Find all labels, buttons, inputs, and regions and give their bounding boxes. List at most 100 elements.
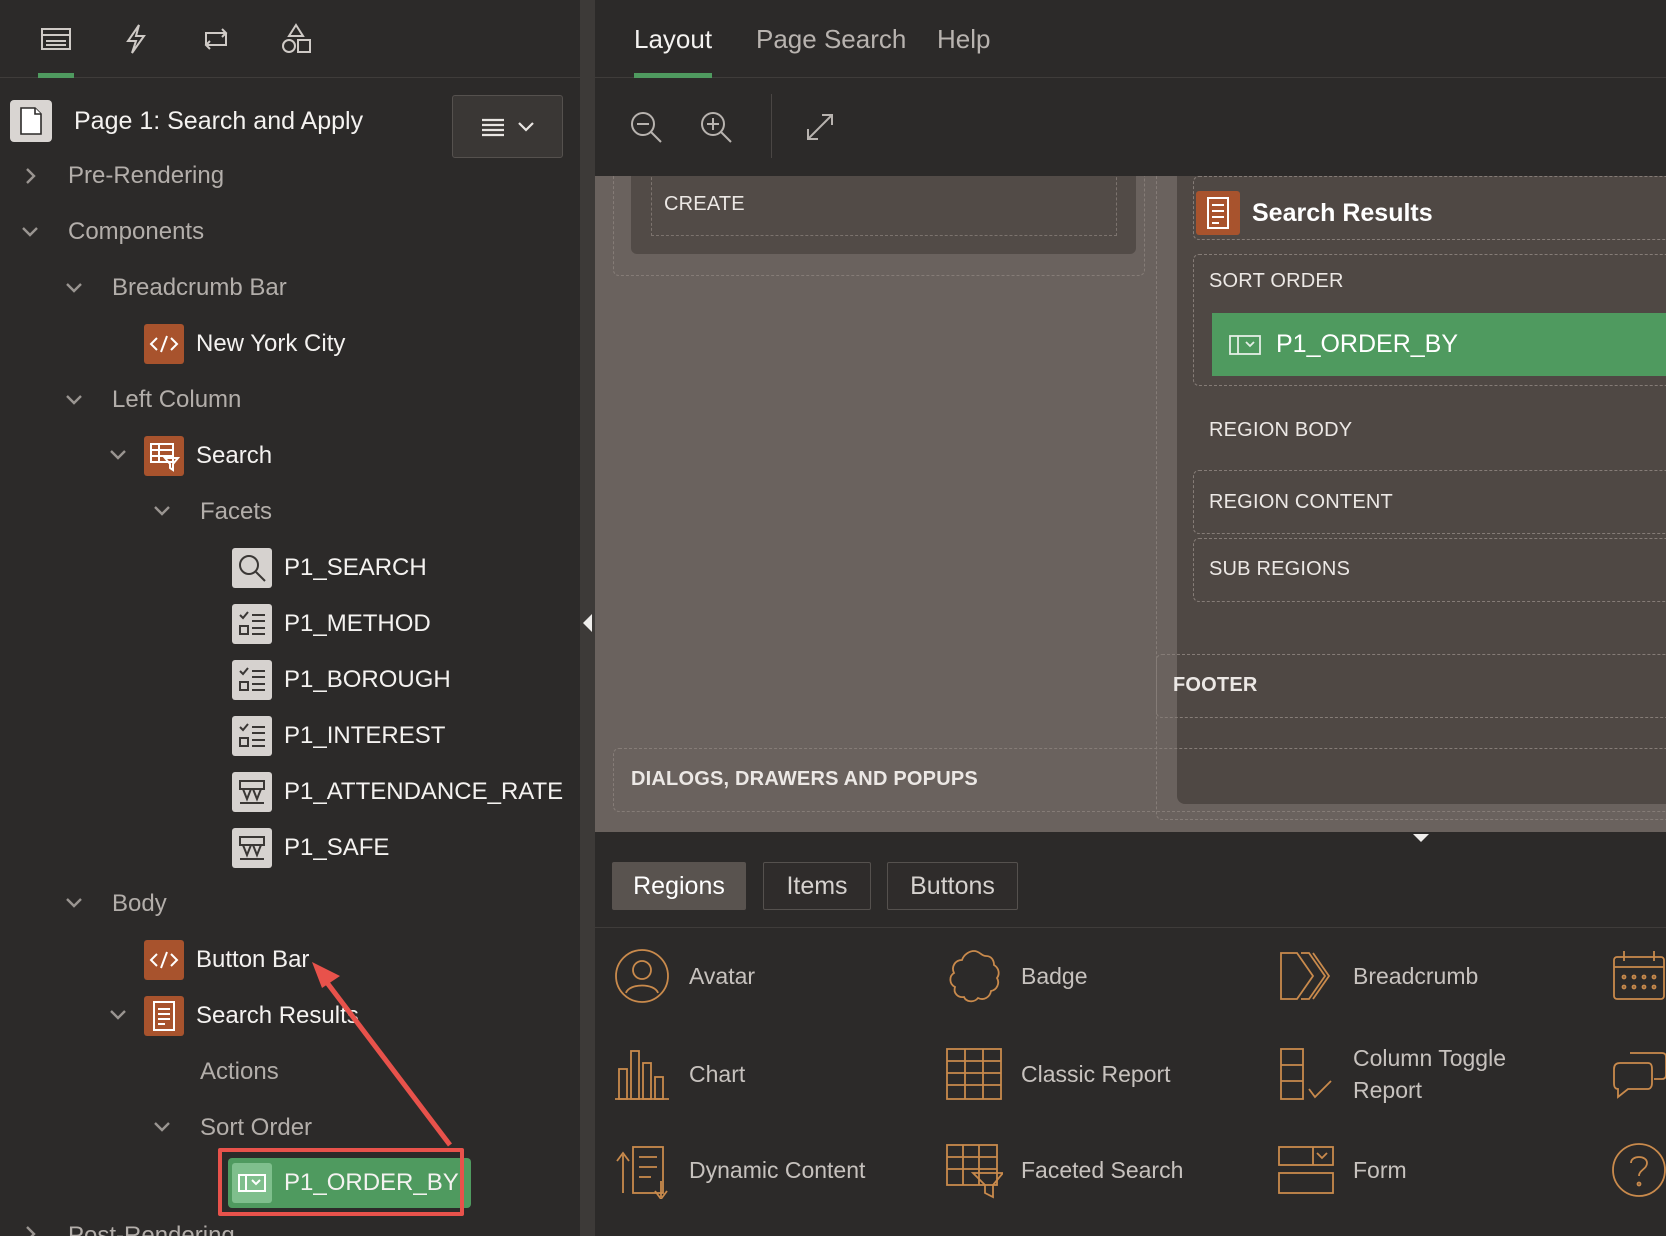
gallery-item-label: Avatar bbox=[689, 963, 756, 989]
gallery-item-label: Badge bbox=[1021, 963, 1088, 989]
search-icon bbox=[232, 548, 272, 588]
form-icon bbox=[1278, 1146, 1334, 1194]
label-line-1: Column Toggle bbox=[1353, 1045, 1507, 1071]
gallery-item-label: Breadcrumb bbox=[1353, 963, 1479, 989]
tree-node-breadcrumb-bar[interactable]: Breadcrumb Bar bbox=[112, 263, 287, 313]
gallery-item-label: Chart bbox=[689, 1061, 746, 1087]
tree-node-post-rendering[interactable]: Post-Rendering bbox=[68, 1211, 235, 1236]
layout-canvas: CREATE Search Results SORT ORDER P1_ORDE… bbox=[595, 176, 1666, 832]
processing-icon bbox=[204, 28, 228, 50]
zoom-out-icon bbox=[631, 112, 662, 143]
tree-node-button-bar[interactable]: Button Bar bbox=[144, 935, 309, 985]
shared-components-icon bbox=[282, 23, 311, 53]
gallery-item-label: Dynamic Content bbox=[689, 1157, 866, 1183]
tree-node-label: Body bbox=[112, 890, 167, 917]
tab-page-search[interactable]: Page Search bbox=[756, 0, 906, 78]
tree-node-body[interactable]: Body bbox=[112, 879, 167, 929]
faceted-search-icon bbox=[144, 436, 184, 476]
right-pane-tabs: Layout Page Search Help bbox=[595, 0, 1666, 78]
calendar-icon bbox=[1613, 951, 1665, 1000]
expand-button[interactable] bbox=[795, 102, 845, 152]
chevron-right-icon[interactable] bbox=[18, 164, 42, 188]
dynamic-actions-icon bbox=[126, 24, 146, 54]
page-icon bbox=[10, 100, 52, 142]
range-filter-icon bbox=[232, 828, 272, 868]
chevron-down-icon[interactable] bbox=[106, 1003, 130, 1027]
tab-buttons[interactable]: Buttons bbox=[887, 862, 1018, 910]
tree-node-p1-interest[interactable]: P1_INTEREST bbox=[232, 711, 445, 761]
tree-node-label: P1_METHOD bbox=[284, 610, 431, 637]
gallery-splitter[interactable] bbox=[595, 832, 1666, 846]
tree-node-left-column[interactable]: Left Column bbox=[112, 375, 241, 425]
chevron-down-icon[interactable] bbox=[62, 891, 86, 915]
tree-node-actions[interactable]: Actions bbox=[200, 1047, 279, 1097]
tab-help[interactable]: Help bbox=[937, 0, 990, 78]
tree-node-p1-search[interactable]: P1_SEARCH bbox=[232, 543, 427, 593]
gallery-item-comments[interactable] bbox=[1610, 1034, 1666, 1114]
region-body-label: REGION BODY bbox=[1209, 419, 1353, 441]
chevron-down-icon[interactable] bbox=[62, 388, 86, 412]
chart-icon bbox=[615, 1050, 669, 1100]
gallery-item-label: Classic Report bbox=[1021, 1061, 1171, 1087]
tree-node-p1-attendance-rate[interactable]: P1_ATTENDANCE_RATE bbox=[232, 767, 563, 817]
column-toggle-icon bbox=[1280, 1048, 1332, 1100]
gallery-item-classic-report[interactable]: Classic Report bbox=[945, 1034, 1171, 1114]
tab-shared-components[interactable] bbox=[256, 0, 336, 78]
create-label: CREATE bbox=[664, 192, 745, 215]
tree-node-p1-method[interactable]: P1_METHOD bbox=[232, 599, 431, 649]
chevron-down-icon[interactable] bbox=[150, 1115, 174, 1139]
chevron-down-icon[interactable] bbox=[62, 276, 86, 300]
tab-layout[interactable]: Layout bbox=[634, 0, 713, 78]
gallery-item-form[interactable]: Form bbox=[1277, 1130, 1407, 1210]
annotation-arrow bbox=[312, 962, 452, 1147]
collapse-left-icon[interactable] bbox=[583, 614, 592, 632]
tree-node-components[interactable]: Components bbox=[68, 207, 204, 257]
tab-items[interactable]: Items bbox=[763, 862, 871, 910]
gallery-item-help-text[interactable] bbox=[1610, 1130, 1666, 1210]
p1-order-by-item[interactable]: P1_ORDER_BY bbox=[1212, 313, 1666, 376]
region-content-label: REGION CONTENT bbox=[1209, 491, 1393, 513]
gallery-item-avatar[interactable]: Avatar bbox=[613, 936, 755, 1016]
tree-node-label: Pre-Rendering bbox=[68, 162, 225, 189]
tab-processing[interactable] bbox=[176, 0, 256, 78]
chevron-down-icon bbox=[517, 121, 534, 132]
tab-dynamic-actions[interactable] bbox=[96, 0, 176, 78]
gallery-item-label: Column Toggle Report bbox=[1353, 1042, 1506, 1106]
gallery-item-dynamic-content[interactable]: Dynamic Content bbox=[613, 1130, 865, 1210]
expand-icon bbox=[807, 114, 833, 140]
tab-regions[interactable]: Regions bbox=[612, 862, 746, 910]
gallery-item-column-toggle-report[interactable]: Column Toggle Report bbox=[1277, 1034, 1506, 1114]
tree-node-label: Button Bar bbox=[196, 946, 310, 973]
range-filter-icon bbox=[232, 772, 272, 812]
classic-report-icon bbox=[946, 1048, 1002, 1100]
gallery-item-calendar[interactable] bbox=[1610, 936, 1666, 1016]
checkbox-group-icon bbox=[232, 716, 272, 756]
tree-menu-button[interactable] bbox=[452, 95, 563, 158]
chevron-down-icon[interactable] bbox=[106, 443, 130, 467]
tab-rendering[interactable] bbox=[16, 0, 96, 78]
code-icon bbox=[144, 324, 184, 364]
region-body-slot[interactable] bbox=[1193, 176, 1666, 240]
create-slot[interactable]: CREATE bbox=[651, 176, 1117, 236]
sort-order-label: SORT ORDER bbox=[1209, 270, 1344, 292]
collapse-gallery-icon[interactable] bbox=[1413, 834, 1429, 842]
chevron-down-icon[interactable] bbox=[18, 220, 42, 244]
zoom-out-button[interactable] bbox=[621, 102, 671, 152]
chevron-down-icon[interactable] bbox=[150, 499, 174, 523]
tree-node-sort-order[interactable]: Sort Order bbox=[200, 1103, 312, 1153]
gallery-item-badge[interactable]: Badge bbox=[945, 936, 1088, 1016]
zoom-in-button[interactable] bbox=[691, 102, 741, 152]
tree-node-p1-safe[interactable]: P1_SAFE bbox=[232, 823, 389, 873]
chevron-right-icon[interactable] bbox=[18, 1222, 42, 1236]
tree-node-new-york-city[interactable]: New York City bbox=[144, 319, 345, 369]
gallery-item-chart[interactable]: Chart bbox=[613, 1034, 745, 1114]
gallery-item-breadcrumb[interactable]: Breadcrumb bbox=[1277, 936, 1478, 1016]
tree-node-search[interactable]: Search bbox=[144, 431, 272, 481]
rendering-tree-icon bbox=[41, 28, 71, 50]
page-header[interactable]: Page 1: Search and Apply bbox=[10, 96, 363, 146]
gallery-item-faceted-search[interactable]: Faceted Search bbox=[945, 1130, 1183, 1210]
left-pane-tabs bbox=[0, 0, 580, 78]
tree-node-p1-borough[interactable]: P1_BOROUGH bbox=[232, 655, 451, 705]
tree-node-pre-rendering[interactable]: Pre-Rendering bbox=[68, 151, 224, 201]
tree-node-facets[interactable]: Facets bbox=[200, 487, 272, 537]
